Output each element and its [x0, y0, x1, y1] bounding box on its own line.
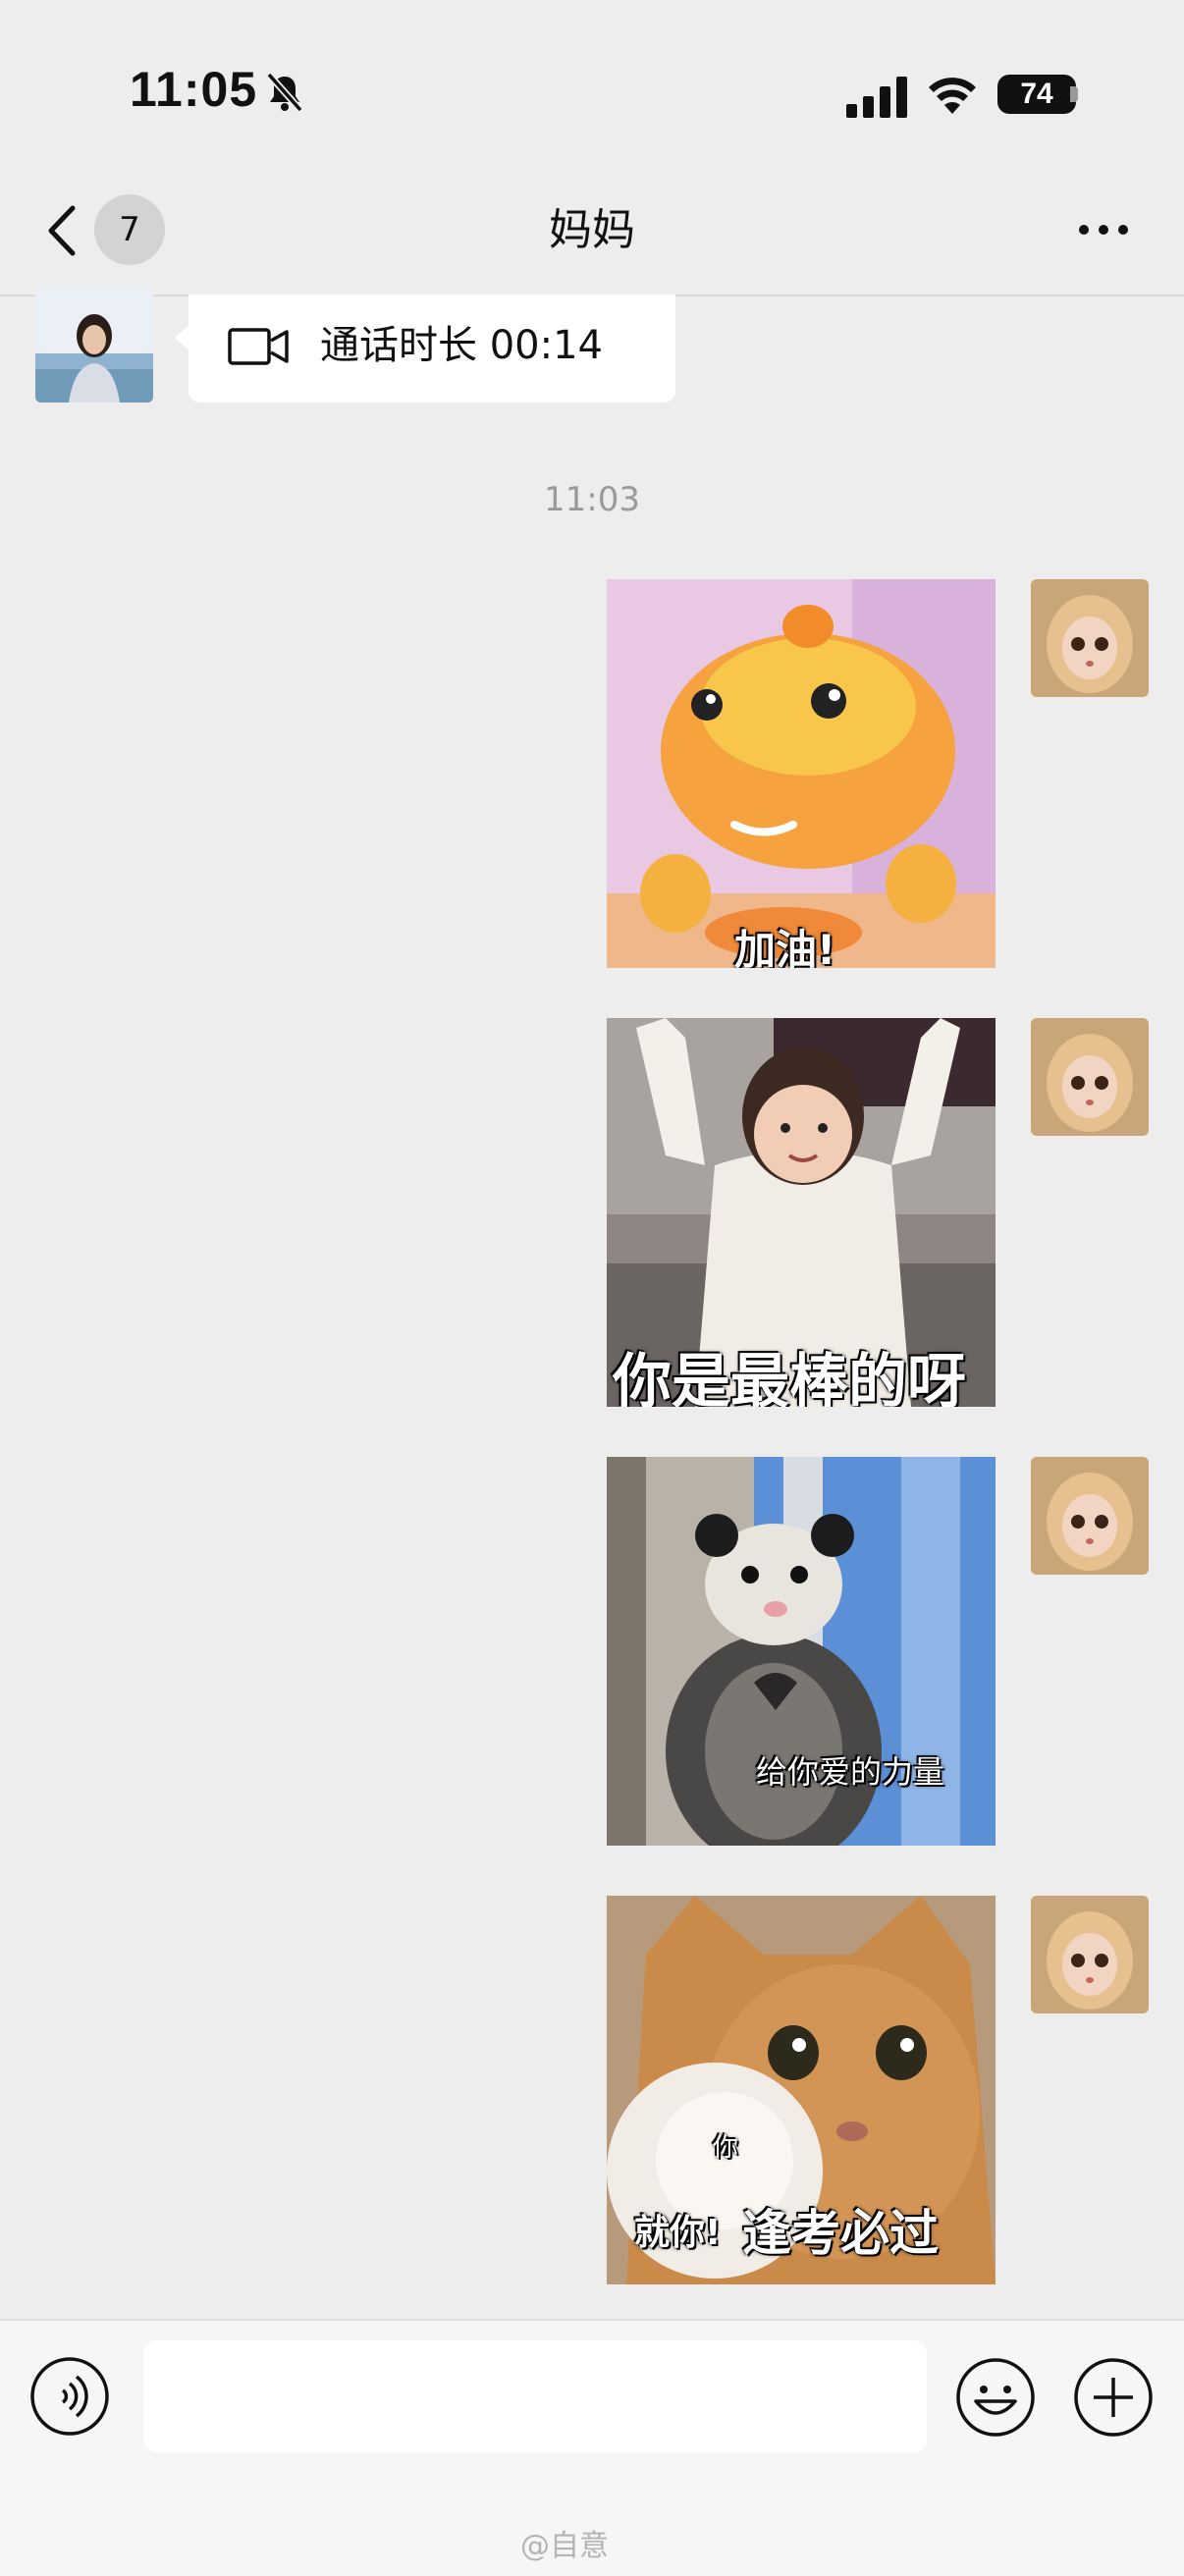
watermark: @自意 [520, 2529, 609, 2563]
voice-input-icon[interactable] [29, 2356, 110, 2437]
sticker-caption-small: 你 [713, 2133, 739, 2163]
bell-muted-icon [266, 72, 303, 113]
my-avatar[interactable] [1031, 1457, 1149, 1575]
battery-tip [1070, 86, 1078, 102]
battery-indicator: 74 [997, 75, 1076, 114]
sticker-caption: 逢考必过 [742, 2205, 939, 2262]
video-camera-icon [228, 328, 289, 365]
call-duration-text: 通话时长 00:14 [320, 323, 603, 368]
wifi-icon [929, 78, 976, 114]
cellular-signal-icon [846, 77, 907, 118]
more-options-icon[interactable] [1076, 218, 1131, 242]
sticker-message[interactable]: 你是最棒的呀 [607, 1018, 996, 1407]
message-input[interactable] [143, 2340, 927, 2452]
sticker-message[interactable]: 给你爱的力量 [607, 1457, 996, 1846]
my-avatar[interactable] [1031, 1896, 1149, 2013]
message-timestamp: 11:03 [544, 480, 640, 519]
sticker-message[interactable]: 你 就你! 逢考必过 [607, 1896, 996, 2284]
chat-title: 妈妈 [549, 205, 635, 255]
my-avatar[interactable] [1031, 579, 1149, 697]
contact-avatar[interactable] [35, 285, 153, 402]
sticker-caption: 加油! [734, 926, 836, 968]
emoji-icon[interactable] [954, 2356, 1037, 2439]
my-avatar[interactable] [1031, 1018, 1149, 1136]
sticker-caption: 你是最棒的呀 [613, 1348, 966, 1407]
plus-icon[interactable] [1072, 2356, 1155, 2439]
sticker-message[interactable]: 加油! [607, 579, 996, 968]
sticker-caption: 就你! [634, 2213, 722, 2253]
sticker-caption: 给你爱的力量 [756, 1753, 945, 1791]
status-time: 11:05 [130, 62, 258, 117]
